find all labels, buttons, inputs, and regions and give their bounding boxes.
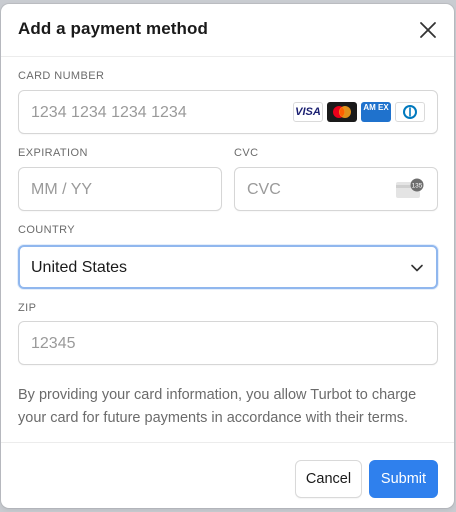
payment-method-dialog: Add a payment method CARD NUMBER 1234 12… <box>1 4 454 508</box>
zip-placeholder: 12345 <box>31 335 76 352</box>
card-number-label: CARD NUMBER <box>18 70 105 82</box>
card-brands: VISA AM EX <box>293 102 425 122</box>
cvc-field[interactable]: CVC 135 <box>234 167 438 211</box>
zip-field[interactable]: 12345 <box>18 321 438 365</box>
zip-label: ZIP <box>18 302 37 314</box>
diners-club-icon <box>395 102 425 122</box>
country-value: United States <box>31 259 128 276</box>
cvc-card-icon: 135 <box>396 178 424 198</box>
expiration-placeholder: MM / YY <box>31 181 93 198</box>
cvc-placeholder: CVC <box>247 181 281 198</box>
dialog-title: Add a payment method <box>18 19 208 38</box>
authorization-notice: By providing your card information, you … <box>18 387 417 426</box>
submit-button[interactable]: Submit <box>369 460 438 498</box>
expiration-label: EXPIRATION <box>18 147 88 159</box>
country-select[interactable]: United States <box>18 245 438 289</box>
card-number-field[interactable]: 1234 1234 1234 1234 VISA AM EX <box>18 90 438 134</box>
card-number-placeholder: 1234 1234 1234 1234 <box>31 104 187 121</box>
dialog-footer: Cancel Submit <box>1 442 454 508</box>
chevron-down-icon <box>411 264 423 272</box>
cancel-button[interactable]: Cancel <box>295 460 362 498</box>
amex-icon: AM EX <box>361 102 391 122</box>
close-icon[interactable] <box>418 20 438 40</box>
expiration-field[interactable]: MM / YY <box>18 167 222 211</box>
dialog-header: Add a payment method <box>1 4 454 57</box>
cvc-badge-text: 135 <box>412 182 423 189</box>
mastercard-icon <box>327 102 357 122</box>
cvc-label: CVC <box>234 147 259 159</box>
visa-icon: VISA <box>293 102 323 122</box>
country-label: COUNTRY <box>18 224 75 236</box>
